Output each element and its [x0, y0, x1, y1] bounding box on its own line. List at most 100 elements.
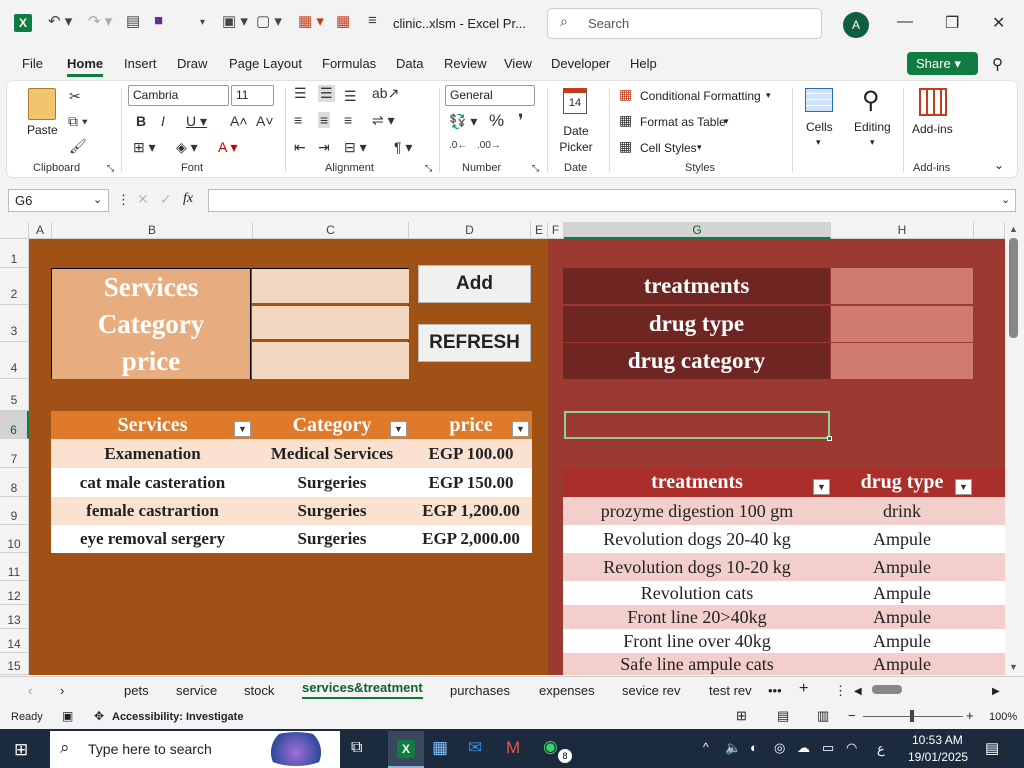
increase-decimal-icon[interactable]: .0←: [449, 140, 467, 151]
tab-draw[interactable]: Draw: [177, 56, 207, 71]
column-header-h[interactable]: H: [831, 222, 974, 239]
whatsapp-icon[interactable]: ◉: [543, 737, 558, 757]
expand-formula-icon[interactable]: ⌄: [1001, 193, 1010, 206]
cells-icon[interactable]: [805, 88, 833, 112]
comma-icon[interactable]: ❜: [518, 111, 523, 131]
magnifier-icon[interactable]: ⚲: [862, 86, 880, 115]
treatment-cell[interactable]: Revolution dogs 10-20 kg: [563, 553, 831, 581]
format-painter-icon[interactable]: 🖌: [69, 138, 87, 155]
treatment-cell[interactable]: prozyme digestion 100 gm: [563, 497, 831, 525]
avatar[interactable]: A: [843, 12, 869, 38]
meet-now-icon[interactable]: ◎: [774, 740, 785, 756]
clock-date[interactable]: 19/01/2025: [908, 750, 968, 764]
onedrive-icon[interactable]: ☁: [797, 740, 810, 756]
filter-dropdown-icon[interactable]: ▼: [234, 421, 251, 437]
add-sheet-icon[interactable]: +: [799, 680, 808, 698]
drug-type-cell[interactable]: Ampule: [831, 653, 973, 675]
treatment-cell[interactable]: Revolution dogs 20-40 kg: [563, 525, 831, 553]
cells-button[interactable]: Cells: [806, 120, 833, 134]
tray-chevron-up-icon[interactable]: ^: [703, 740, 709, 754]
scroll-up-icon[interactable]: ▲: [1009, 224, 1018, 234]
wrap-text-icon[interactable]: ⇌ ▾: [372, 112, 395, 129]
restore-icon[interactable]: ❐: [945, 13, 959, 33]
conditional-formatting-button[interactable]: Conditional Formatting: [640, 89, 761, 103]
horizontal-scroll-thumb[interactable]: [872, 685, 902, 694]
drug-type-cell[interactable]: Ampule: [831, 629, 973, 653]
redo-icon[interactable]: ↷ ▾: [88, 12, 112, 30]
undo-icon[interactable]: ↶ ▾: [48, 12, 72, 30]
prev-sheet-icon[interactable]: ‹: [28, 683, 32, 698]
sheet-tab-stock[interactable]: stock: [244, 683, 274, 698]
row-header-15[interactable]: 15: [0, 653, 29, 675]
service-cell[interactable]: eye removal sergery: [51, 525, 254, 553]
orientation-icon[interactable]: ab↗: [372, 85, 399, 102]
wifi-icon[interactable]: ◠: [846, 740, 857, 756]
price-cell[interactable]: EGP 150.00: [410, 468, 532, 497]
column-header-f[interactable]: F: [548, 222, 564, 239]
chevron-down-icon[interactable]: ⌄: [93, 193, 102, 206]
row-header-7[interactable]: 7: [0, 439, 29, 468]
paste-icon[interactable]: [28, 88, 56, 120]
dropdown-arrow-icon[interactable]: ▾: [200, 17, 205, 28]
column-header-g[interactable]: G: [564, 222, 831, 239]
decrease-decimal-icon[interactable]: .00→: [477, 140, 501, 151]
tab-page-layout[interactable]: Page Layout: [229, 56, 302, 71]
column-header-c[interactable]: C: [253, 222, 409, 239]
normal-view-icon[interactable]: ⊞: [736, 708, 747, 724]
price-cell[interactable]: EGP 100.00: [410, 439, 532, 468]
sheet-tab-expenses[interactable]: expenses: [539, 683, 595, 698]
category-cell[interactable]: Medical Services: [254, 439, 410, 468]
date-icon[interactable]: ▦: [336, 12, 350, 30]
volume-icon[interactable]: 🔈: [725, 740, 741, 756]
category-cell[interactable]: Surgeries: [254, 525, 410, 553]
filter-dropdown-icon[interactable]: ▼: [512, 421, 529, 437]
paragraph-icon[interactable]: ¶ ▾: [394, 139, 412, 156]
tab-developer[interactable]: Developer: [551, 56, 610, 71]
tab-help[interactable]: Help: [630, 56, 657, 71]
font-color-icon[interactable]: A ▾: [218, 139, 237, 156]
filter-dropdown-icon[interactable]: ▼: [955, 479, 972, 495]
table-header-category[interactable]: Category: [254, 411, 410, 439]
drug-type-input[interactable]: [831, 306, 973, 342]
row-header-12[interactable]: 12: [0, 581, 29, 605]
sheet-tab-purchases[interactable]: purchases: [450, 683, 510, 698]
merge-icon[interactable]: ⊟ ▾: [344, 139, 367, 156]
price-input[interactable]: [252, 342, 409, 379]
borders-icon[interactable]: ⊞ ▾: [133, 139, 156, 156]
align-center-icon[interactable]: ≡: [318, 112, 331, 128]
editing-button[interactable]: Editing: [854, 120, 891, 134]
microphone-icon[interactable]: ◐: [750, 740, 758, 755]
refresh-button[interactable]: REFRESH: [418, 324, 531, 362]
language-indicator[interactable]: ع: [877, 741, 885, 757]
number-format-combo[interactable]: General: [445, 85, 535, 106]
table-header-treatments[interactable]: treatments: [563, 468, 831, 497]
column-header-a[interactable]: A: [29, 222, 52, 239]
gmail-icon[interactable]: M: [506, 738, 520, 758]
row-header-2[interactable]: 2: [0, 268, 29, 305]
tab-review[interactable]: Review: [444, 56, 487, 71]
outlook-icon[interactable]: ✉: [468, 738, 482, 758]
addins-icon[interactable]: [919, 88, 947, 116]
row-header-3[interactable]: 3: [0, 305, 29, 342]
cut-icon[interactable]: ✂: [69, 88, 81, 105]
addins-button[interactable]: Add-ins: [912, 122, 953, 136]
form-icon[interactable]: ▤: [126, 12, 140, 30]
row-header-8[interactable]: 8: [0, 468, 29, 497]
dialog-launcher-icon[interactable]: ⤡: [532, 163, 539, 174]
tab-home[interactable]: Home: [67, 56, 104, 77]
row-header-14[interactable]: 14: [0, 629, 29, 653]
format-as-table-button[interactable]: Format as Table: [640, 115, 726, 129]
enter-icon[interactable]: ✓: [160, 191, 172, 208]
dialog-launcher-icon[interactable]: ⤡: [107, 163, 114, 174]
text-box-icon[interactable]: ▢ ▾: [256, 12, 282, 30]
treatment-cell[interactable]: Safe line ampule cats: [563, 653, 831, 675]
price-cell[interactable]: EGP 2,000.00: [410, 525, 532, 553]
row-header-9[interactable]: 9: [0, 497, 29, 525]
sheet-tab-pets[interactable]: pets: [124, 683, 149, 698]
table-header-services[interactable]: Services: [51, 411, 254, 439]
drug-type-cell[interactable]: Ampule: [831, 581, 973, 605]
sheet-tab-service[interactable]: service: [176, 683, 217, 698]
sheet-tab-test-rev[interactable]: test rev: [709, 683, 752, 698]
active-cell-g6[interactable]: [564, 411, 830, 439]
tab-data[interactable]: Data: [396, 56, 423, 71]
